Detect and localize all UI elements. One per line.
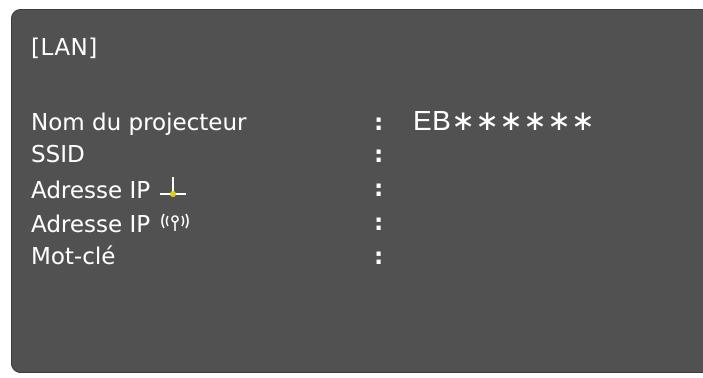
ssid-label: SSID — [31, 142, 85, 168]
ip-wired-label: Adresse IP — [31, 178, 151, 204]
keyword-separator: : — [374, 244, 384, 270]
lan-info-panel: [LAN] Nom du projecteur : EB∗∗∗∗∗∗ SSID … — [11, 9, 703, 373]
ip-wired-separator: : — [374, 176, 384, 202]
ssid-separator: : — [374, 142, 384, 168]
panel-title: [LAN] — [31, 35, 98, 61]
wireless-icon — [158, 210, 192, 240]
projector-name-value: EB∗∗∗∗∗∗ — [413, 105, 596, 136]
ip-wireless-label: Adresse IP — [31, 212, 151, 238]
projector-name-separator: : — [374, 110, 384, 136]
ip-wireless-separator: : — [374, 210, 384, 236]
keyword-label: Mot-clé — [31, 244, 116, 270]
wired-lan-icon — [158, 176, 188, 206]
projector-name-label: Nom du projecteur — [31, 110, 247, 136]
